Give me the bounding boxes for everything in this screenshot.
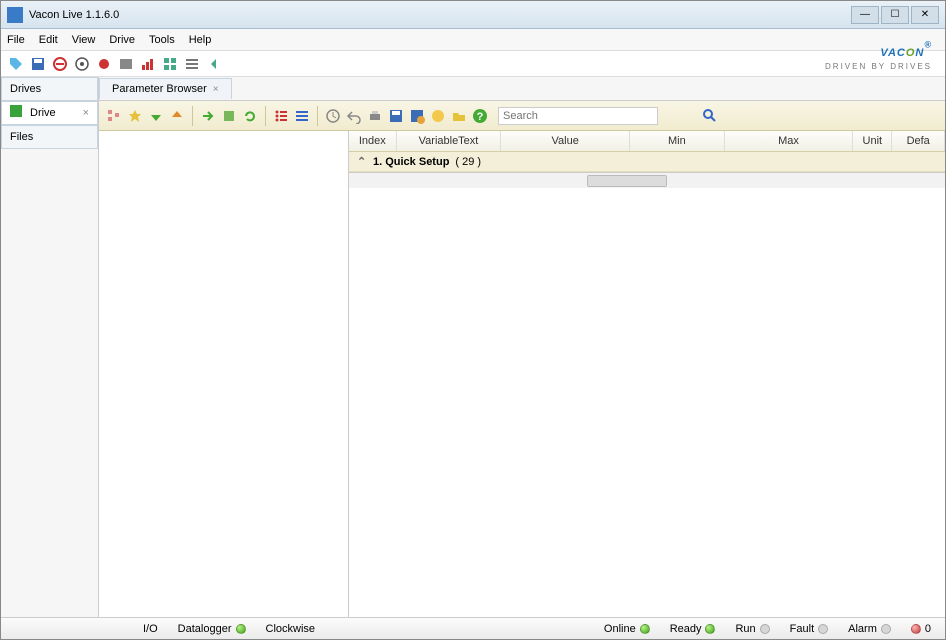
col-min[interactable]: Min [630, 131, 725, 151]
minimize-button[interactable]: — [851, 6, 879, 24]
col-index[interactable]: Index [349, 131, 397, 151]
menu-drive[interactable]: Drive [109, 34, 135, 46]
menubar: File Edit View Drive Tools Help [1, 29, 945, 51]
led-icon [236, 624, 246, 634]
save-icon[interactable] [29, 55, 47, 73]
app-icon [7, 7, 23, 23]
down-green-icon[interactable] [147, 107, 165, 125]
status-alarm: Alarm [842, 623, 897, 635]
undo-icon[interactable] [345, 107, 363, 125]
clock-icon[interactable] [324, 107, 342, 125]
status-ready: Ready [664, 623, 722, 635]
led-icon [705, 624, 715, 634]
list-bullet-icon[interactable] [272, 107, 290, 125]
status-online: Online [598, 623, 656, 635]
status-clockwise: Clockwise [260, 623, 322, 635]
sidebar-tab-files[interactable]: Files [1, 125, 98, 149]
arrow-right-icon[interactable] [199, 107, 217, 125]
menu-tools[interactable]: Tools [149, 34, 175, 46]
led-icon [640, 624, 650, 634]
status-fault: Fault [784, 623, 834, 635]
tab-parameter-browser[interactable]: Parameter Browser × [99, 78, 232, 99]
grid-icon[interactable] [161, 55, 179, 73]
brand-logo: VACON® DRIVEN BY DRIVES [825, 36, 932, 71]
status-datalogger: Datalogger [172, 623, 252, 635]
status-run: Run [729, 623, 775, 635]
group-header[interactable]: ⌃ 1. Quick Setup ( 29 ) [349, 152, 945, 172]
refresh-icon[interactable] [241, 107, 259, 125]
menu-view[interactable]: View [72, 34, 96, 46]
up-orange-icon[interactable] [168, 107, 186, 125]
close-icon[interactable]: × [213, 84, 219, 95]
help-icon[interactable]: ? [471, 107, 489, 125]
list-icon[interactable] [183, 55, 201, 73]
maximize-button[interactable]: ☐ [881, 6, 909, 24]
grid-header: Index VariableText Value Min Max Unit De… [349, 131, 945, 152]
parameter-grid[interactable]: Index VariableText Value Min Max Unit De… [349, 131, 945, 617]
close-button[interactable]: ✕ [911, 6, 939, 24]
statusbar: I/O Datalogger Clockwise Online Ready Ru… [1, 617, 945, 639]
chart-icon[interactable] [139, 55, 157, 73]
compass-icon[interactable] [429, 107, 447, 125]
browser-toolbar: ? [99, 101, 945, 131]
led-icon [760, 624, 770, 634]
titlebar: Vacon Live 1.1.6.0 — ☐ ✕ [1, 1, 945, 29]
col-variabletext[interactable]: VariableText [397, 131, 502, 151]
board-icon[interactable] [117, 55, 135, 73]
menu-edit[interactable]: Edit [39, 34, 58, 46]
close-icon[interactable]: × [83, 107, 89, 119]
print-icon[interactable] [366, 107, 384, 125]
noentry-icon[interactable] [51, 55, 69, 73]
target-icon[interactable] [73, 55, 91, 73]
drive-icon [10, 105, 26, 121]
tag-icon[interactable] [7, 55, 25, 73]
parameter-tree[interactable] [99, 131, 349, 617]
building-icon[interactable] [220, 107, 238, 125]
app-toolbar [1, 51, 945, 77]
menu-help[interactable]: Help [189, 34, 212, 46]
record-icon[interactable] [95, 55, 113, 73]
window-title: Vacon Live 1.1.6.0 [29, 9, 119, 21]
sidebar-tab-drive[interactable]: Drive × [1, 101, 98, 125]
save-blue-icon[interactable] [387, 107, 405, 125]
folder-icon[interactable] [450, 107, 468, 125]
save-orange-icon[interactable] [408, 107, 426, 125]
menu-file[interactable]: File [7, 34, 25, 46]
main-tabstrip: Parameter Browser × [99, 77, 945, 101]
star-icon[interactable] [126, 107, 144, 125]
led-icon [881, 624, 891, 634]
sidebar-tab-drives[interactable]: Drives [1, 77, 98, 101]
search-icon[interactable] [701, 107, 719, 125]
horizontal-scrollbar[interactable] [349, 172, 945, 188]
col-value[interactable]: Value [501, 131, 630, 151]
sidebar: Drives Drive × Files [1, 77, 99, 617]
col-unit[interactable]: Unit [853, 131, 892, 151]
collapse-icon[interactable]: ⌃ [357, 155, 367, 168]
led-icon [911, 624, 921, 634]
svg-text:?: ? [477, 111, 484, 123]
tree-icon[interactable] [105, 107, 123, 125]
status-io: I/O [137, 623, 164, 635]
col-max[interactable]: Max [725, 131, 854, 151]
back-icon[interactable] [205, 55, 223, 73]
status-zero: 0 [905, 623, 937, 635]
search-input[interactable] [498, 107, 658, 125]
led-icon [818, 624, 828, 634]
col-default[interactable]: Defa [892, 131, 945, 151]
list-lines-icon[interactable] [293, 107, 311, 125]
